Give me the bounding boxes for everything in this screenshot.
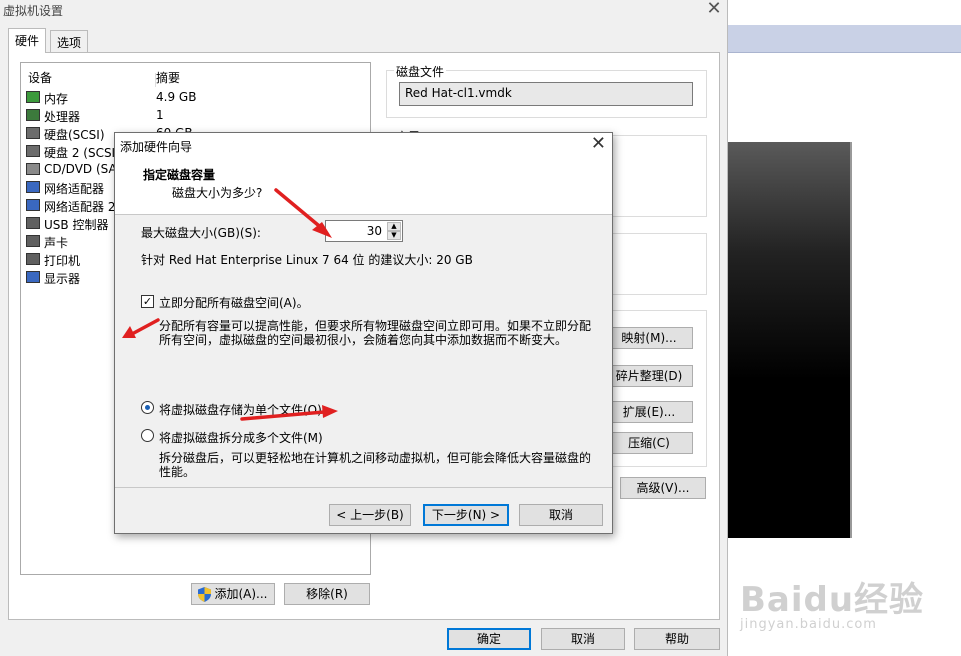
remove-button[interactable]: 移除(R) bbox=[284, 583, 370, 605]
allocate-checkbox[interactable]: ✓ bbox=[141, 295, 154, 308]
background-window-strip bbox=[728, 25, 961, 53]
split-files-radio[interactable] bbox=[141, 429, 154, 442]
annotation-arrow-size bbox=[274, 188, 332, 238]
stepper-up-icon[interactable]: ▲ bbox=[387, 222, 401, 231]
device-icon bbox=[26, 163, 40, 175]
recommended-size-text: 针对 Red Hat Enterprise Linux 7 64 位 的建议大小… bbox=[141, 253, 473, 267]
device-icon bbox=[26, 235, 40, 247]
advanced-button[interactable]: 高级(V)... bbox=[620, 477, 706, 499]
device-name: 网络适配器 bbox=[44, 182, 105, 196]
vm-console-preview bbox=[728, 142, 852, 538]
stepper-down-icon[interactable]: ▼ bbox=[387, 231, 401, 240]
defrag-button[interactable]: 碎片整理(D) bbox=[605, 365, 693, 387]
device-name: 声卡 bbox=[44, 236, 69, 250]
device-icon bbox=[26, 91, 40, 103]
watermark: Baidu经验 jingyan.baidu.com bbox=[740, 572, 924, 632]
device-name: CD/DVD (SAT bbox=[44, 162, 124, 176]
split-files-label[interactable]: 将虚拟磁盘拆分成多个文件(M) bbox=[159, 429, 323, 446]
device-icon bbox=[26, 181, 40, 193]
add-hardware-button[interactable]: 添加(A)... bbox=[191, 583, 275, 605]
allocate-label[interactable]: 立即分配所有磁盘空间(A)。 bbox=[159, 294, 309, 311]
add-hardware-label: 添加(A)... bbox=[214, 587, 268, 601]
annotation-arrow-single-file bbox=[240, 405, 338, 421]
dialog-title: 添加硬件向导 bbox=[120, 140, 193, 154]
window-close-icon[interactable]: ✕ bbox=[704, 0, 724, 20]
map-button[interactable]: 映射(M)... bbox=[605, 327, 693, 349]
max-size-value[interactable]: 30 bbox=[367, 224, 382, 238]
disk-file-field[interactable]: Red Hat-cl1.vmdk bbox=[399, 82, 693, 106]
add-hardware-wizard-dialog: 添加硬件向导 ✕ 指定磁盘容量 磁盘大小为多少? 最大磁盘大小(GB)(S): … bbox=[114, 132, 613, 534]
split-description: 拆分磁盘后，可以更轻松地在计算机之间移动虚拟机，但可能会降低大容量磁盘的性能。 bbox=[159, 451, 592, 479]
device-name: 显示器 bbox=[44, 272, 81, 286]
device-name: 打印机 bbox=[44, 254, 81, 268]
next-button[interactable]: 下一步(N) > bbox=[423, 504, 509, 526]
device-icon bbox=[26, 271, 40, 283]
max-size-label: 最大磁盘大小(GB)(S): bbox=[141, 226, 261, 240]
device-icon bbox=[26, 199, 40, 211]
ok-button[interactable]: 确定 bbox=[447, 628, 531, 650]
device-name: 处理器 bbox=[44, 110, 81, 124]
column-summary[interactable]: 摘要 bbox=[156, 69, 180, 86]
dialog-cancel-button[interactable]: 取消 bbox=[519, 504, 603, 526]
device-icon bbox=[26, 109, 40, 121]
device-summary: 1 bbox=[156, 108, 164, 122]
cancel-button[interactable]: 取消 bbox=[541, 628, 625, 650]
disk-file-label: 磁盘文件 bbox=[394, 63, 447, 80]
compact-button[interactable]: 压缩(C) bbox=[605, 432, 693, 454]
allocate-description: 分配所有容量可以提高性能，但要求所有物理磁盘空间立即可用。如果不立即分配所有空间… bbox=[159, 319, 592, 347]
dialog-footer-divider bbox=[115, 487, 612, 488]
dialog-titlebar: 添加硬件向导 ✕ bbox=[115, 133, 612, 157]
shield-icon bbox=[198, 587, 211, 602]
tab-options[interactable]: 选项 bbox=[50, 30, 89, 52]
annotation-arrow-allocate bbox=[122, 318, 160, 338]
dialog-header: 指定磁盘容量 磁盘大小为多少? bbox=[115, 157, 612, 215]
dialog-subheading: 磁盘大小为多少? bbox=[172, 186, 263, 200]
dialog-close-icon[interactable]: ✕ bbox=[591, 135, 606, 153]
device-name: 硬盘(SCSI) bbox=[44, 128, 105, 142]
device-name: 内存 bbox=[44, 92, 69, 106]
watermark-main: Baidu经验 bbox=[740, 580, 925, 620]
device-list-header: 设备 摘要 bbox=[28, 69, 368, 87]
single-file-radio[interactable] bbox=[141, 401, 154, 414]
column-device[interactable]: 设备 bbox=[28, 69, 52, 86]
tab-hardware[interactable]: 硬件 bbox=[8, 28, 47, 53]
device-name: 硬盘 2 (SCSI bbox=[44, 146, 116, 160]
back-button[interactable]: < 上一步(B) bbox=[329, 504, 411, 526]
device-row[interactable]: 内存 4.9 GB bbox=[26, 89, 366, 107]
device-icon bbox=[26, 253, 40, 265]
device-icon bbox=[26, 145, 40, 157]
device-icon bbox=[26, 127, 40, 139]
help-button[interactable]: 帮助 bbox=[634, 628, 720, 650]
device-icon bbox=[26, 217, 40, 229]
expand-button[interactable]: 扩展(E)... bbox=[605, 401, 693, 423]
device-name: USB 控制器 bbox=[44, 218, 109, 232]
device-name: 网络适配器 2 bbox=[44, 200, 116, 214]
dialog-heading: 指定磁盘容量 bbox=[143, 168, 216, 182]
device-summary: 4.9 GB bbox=[156, 90, 197, 104]
device-row[interactable]: 处理器 1 bbox=[26, 107, 366, 125]
window-title: 虚拟机设置 bbox=[3, 4, 64, 18]
